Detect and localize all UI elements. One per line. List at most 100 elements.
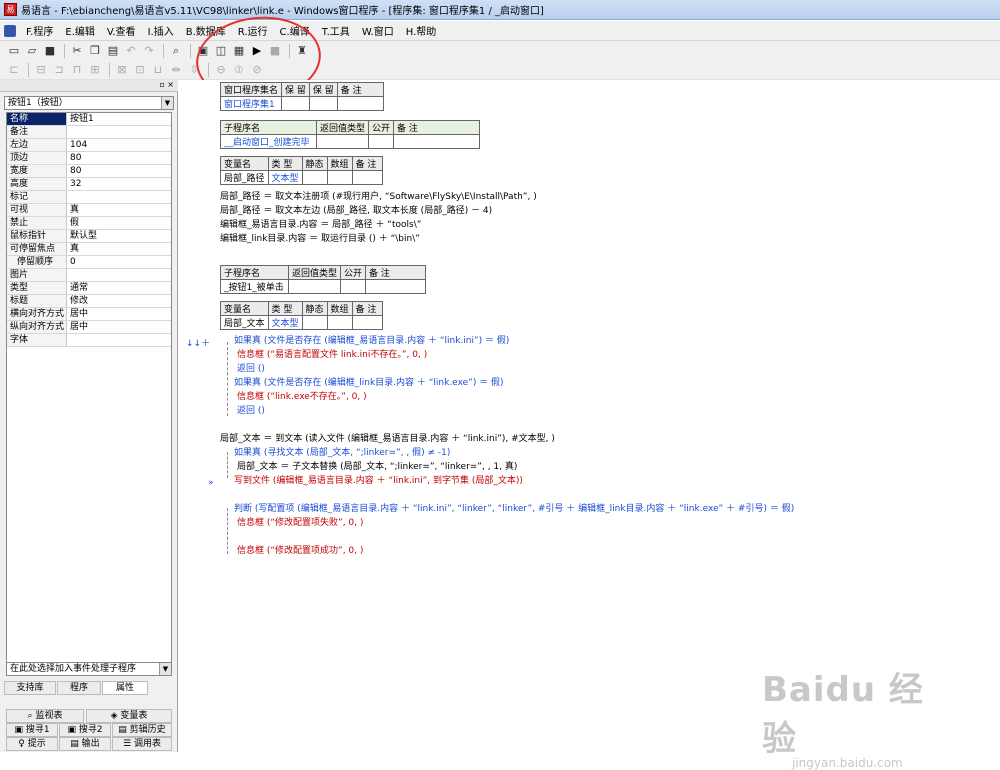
table-cell[interactable] xyxy=(365,279,427,294)
property-row[interactable]: 可视真 xyxy=(7,204,171,217)
save-icon[interactable]: ■ xyxy=(42,43,58,59)
code-line[interactable]: 返回 () xyxy=(237,363,265,375)
tab-hints[interactable]: ♀ 提示 xyxy=(6,737,58,751)
table-cell[interactable]: __启动窗口_创建完毕 xyxy=(220,134,317,149)
paste-icon[interactable]: ▤ xyxy=(105,43,121,59)
same-width-icon[interactable]: ⊠ xyxy=(114,62,130,78)
align-center-icon[interactable]: ⊟ xyxy=(33,62,49,78)
table-cell[interactable] xyxy=(308,96,338,111)
chevron-down-icon[interactable]: ▼ xyxy=(159,663,171,675)
property-row[interactable]: 标记 xyxy=(7,191,171,204)
table-cell[interactable] xyxy=(336,96,384,111)
event-selector[interactable]: 在此处选择加入事件处理子程序 ▼ xyxy=(6,662,172,676)
menu-program[interactable]: F.程序 xyxy=(20,23,59,38)
table-cell[interactable] xyxy=(340,279,367,294)
redo-icon[interactable]: ↷ xyxy=(141,43,157,59)
property-row[interactable]: 类型 通常 xyxy=(7,282,171,295)
property-value[interactable]: 32 xyxy=(67,178,171,190)
chevron-down-icon[interactable]: ▼ xyxy=(161,97,173,109)
property-row[interactable]: 高度 32 xyxy=(7,178,171,191)
table-cell[interactable]: _按钮1_被单击 xyxy=(220,279,289,294)
property-row[interactable]: 可停留焦点真 xyxy=(7,243,171,256)
property-row[interactable]: 纵向对齐方式 居中 xyxy=(7,321,171,334)
code-line[interactable]: 局部_路径 ＝ 取文本注册项 (#现行用户, “Software\FlySky\… xyxy=(220,191,537,203)
tab-search2[interactable]: ▣ 搜寻2 xyxy=(59,723,111,737)
gutter-arrow-marker[interactable]: » xyxy=(208,478,214,488)
table-cell[interactable] xyxy=(393,134,481,149)
code-line[interactable]: 如果真 (文件是否存在 (编辑框_易语言目录.内容 ＋ “link.ini”) … xyxy=(234,335,509,347)
same-height-icon[interactable]: ⊡ xyxy=(132,62,148,78)
align-bottom-icon[interactable]: ⊔ xyxy=(150,62,166,78)
cut-icon[interactable]: ✂ xyxy=(69,43,85,59)
table-cell[interactable] xyxy=(287,279,342,294)
code-line[interactable]: 编辑框_易语言目录.内容 ＝ 局部_路径 ＋ “tools\” xyxy=(220,219,421,231)
property-value[interactable]: 0 xyxy=(67,256,171,268)
property-value[interactable]: 真 xyxy=(67,204,171,216)
property-row[interactable]: 停留顺序 0 xyxy=(7,256,171,269)
property-value[interactable] xyxy=(67,191,171,203)
menu-edit[interactable]: E.编辑 xyxy=(59,23,101,38)
menu-view[interactable]: V.查看 xyxy=(101,23,142,38)
table-cell[interactable] xyxy=(326,170,353,185)
property-row[interactable]: 字体 xyxy=(7,334,171,347)
code-line[interactable]: 信息框 (“link.exe不存在。”, 0, ) xyxy=(237,391,367,403)
property-value[interactable]: 104 xyxy=(67,139,171,151)
property-row[interactable]: 鼠标指针 默认型 xyxy=(7,230,171,243)
property-value[interactable]: 80 xyxy=(67,165,171,177)
tab-support-lib[interactable]: 支持库 xyxy=(4,681,56,695)
object-selector[interactable]: 按钮1（按钮） ▼ xyxy=(4,96,174,110)
tab-variables[interactable]: ◈ 变量表 xyxy=(86,709,172,723)
property-row[interactable]: 标题 修改 xyxy=(7,295,171,308)
code-line[interactable]: 局部_文本 ＝ 到文本 (读入文件 (编辑框_易语言目录.内容 ＋ “link.… xyxy=(220,433,555,445)
property-value[interactable] xyxy=(67,269,171,281)
table-cell[interactable] xyxy=(326,315,353,330)
table-cell[interactable] xyxy=(351,170,383,185)
table-cell[interactable] xyxy=(368,134,395,149)
property-value[interactable]: 80 xyxy=(67,152,171,164)
tab-properties[interactable]: 属性 xyxy=(102,681,148,695)
table-cell[interactable]: 文本型 xyxy=(267,315,303,330)
property-row[interactable]: 名称 按钮1 xyxy=(7,113,171,126)
property-row[interactable]: 图片 xyxy=(7,269,171,282)
table-cell[interactable] xyxy=(301,170,328,185)
table-cell[interactable] xyxy=(315,134,370,149)
property-row[interactable]: 备注 xyxy=(7,126,171,139)
property-row[interactable]: 禁止假 xyxy=(7,217,171,230)
property-value[interactable] xyxy=(67,126,171,138)
table-cell[interactable]: 局部_路径 xyxy=(220,170,269,185)
code-line[interactable]: 返回 () xyxy=(237,405,265,417)
code-line[interactable]: 局部_路径 ＝ 取文本左边 (局部_路径, 取文本长度 (局部_路径) － 4) xyxy=(220,205,492,217)
table-cell[interactable] xyxy=(301,315,328,330)
tab-call-stack[interactable]: ☰ 调用表 xyxy=(112,737,172,751)
tab-search1[interactable]: ▣ 搜寻1 xyxy=(6,723,58,737)
table-cell[interactable]: 文本型 xyxy=(267,170,303,185)
code-line[interactable]: 如果真 (文件是否存在 (编辑框_link目录.内容 ＋ “link.exe”)… xyxy=(234,377,504,389)
code-editor[interactable]: 窗口程序集名 保 留 保 留 备 注 窗口程序集1 子程序名 返回值类型 公开 … xyxy=(180,80,1000,752)
menu-help[interactable]: H.帮助 xyxy=(400,23,443,38)
tab-output[interactable]: ▤ 输出 xyxy=(59,737,111,751)
tab-clip-history[interactable]: ▤ 剪辑历史 xyxy=(112,723,172,737)
code-line[interactable]: 信息框 (“修改配置项成功”, 0, ) xyxy=(237,545,363,557)
property-row[interactable]: 横向对齐方式 居中 xyxy=(7,308,171,321)
menu-insert[interactable]: I.插入 xyxy=(142,23,180,38)
align-right-icon[interactable]: ⊐ xyxy=(51,62,67,78)
code-line[interactable]: 信息框 (“修改配置项失败”, 0, ) xyxy=(237,517,363,529)
gutter-collapse-marker[interactable]: ↓↓＋ xyxy=(186,336,210,349)
property-value[interactable]: 通常 xyxy=(67,282,171,294)
property-value[interactable]: 居中 xyxy=(67,308,171,320)
code-line[interactable]: 判断 (写配置项 (编辑框_易语言目录.内容 ＋ “link.ini”, “li… xyxy=(234,503,794,515)
property-value[interactable]: 真 xyxy=(67,243,171,255)
code-line[interactable]: 写到文件 (编辑框_易语言目录.内容 ＋ “link.ini”, 到字节集 (局… xyxy=(234,475,523,487)
property-row[interactable]: 左边 104 xyxy=(7,139,171,152)
property-row[interactable]: 顶边 80 xyxy=(7,152,171,165)
menu-tools[interactable]: T.工具 xyxy=(316,23,356,38)
table-cell[interactable] xyxy=(281,96,310,111)
panel-close-icon[interactable]: ▫ × xyxy=(159,80,174,89)
table-cell[interactable]: 局部_文本 xyxy=(220,315,269,330)
align-left-icon[interactable]: ⊏ xyxy=(6,62,22,78)
table-cell[interactable] xyxy=(351,315,383,330)
property-row[interactable]: 宽度 80 xyxy=(7,165,171,178)
tab-program[interactable]: 程序 xyxy=(57,681,101,695)
find-icon[interactable]: ⌕ xyxy=(168,43,184,59)
align-middle-icon[interactable]: ⊞ xyxy=(87,62,103,78)
